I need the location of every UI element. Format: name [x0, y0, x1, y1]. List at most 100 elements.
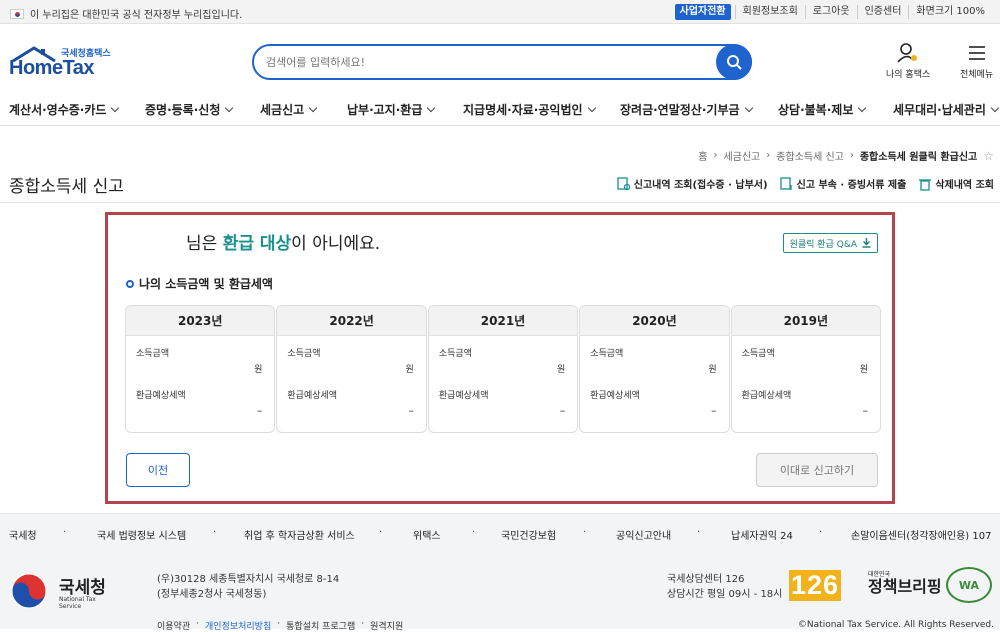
member-info-link[interactable]: 회원정보조회	[734, 5, 805, 19]
income-label: 소득금액	[136, 349, 170, 359]
star-icon[interactable]: ☆	[983, 149, 994, 163]
call-center-name: 국세상담센터 126	[667, 574, 745, 585]
user-bell-icon	[897, 43, 918, 63]
policy-briefing-badge[interactable]: 대한민국 정책브리핑	[868, 571, 942, 597]
separator-dot: ·	[819, 527, 823, 538]
income-section-label: 나의 소득금액 및 환급세액	[139, 277, 273, 291]
title-suffix: 이 아니에요.	[291, 234, 381, 254]
nav-label: 증명·등록·신청	[145, 103, 221, 117]
refund-value: –	[711, 404, 717, 417]
income-value: 원	[405, 365, 414, 375]
logout-link[interactable]: 로그아웃	[804, 5, 857, 19]
separator-dot: ·	[361, 619, 365, 629]
separator-dot: ·	[697, 527, 701, 538]
all-menu-button[interactable]: 전체메뉴	[960, 42, 993, 80]
footer-policy-links: 이용약관 · 개인정보처리방침 · 통합설치 프로그램 · 원격지원	[157, 619, 403, 632]
nav-item-consulting[interactable]: 상담·불복·제보	[778, 101, 867, 118]
refund-label: 환급예상세액	[438, 391, 489, 401]
cert-center-link[interactable]: 인증센터	[856, 5, 909, 19]
deleted-history-button[interactable]: 삭제내역 조회	[918, 176, 994, 191]
privacy-policy-link[interactable]: 개인정보처리방침	[205, 619, 271, 632]
nav-label: 상담·불복·제보	[778, 103, 854, 117]
refund-qa-download-button[interactable]: 원클릭 환급 Q&A	[782, 233, 878, 253]
page-title: 종합소득세 신고	[9, 177, 124, 197]
footer-link-student-loan[interactable]: 취업 후 학자금상환 서비스	[244, 527, 355, 542]
nts-english-name: National Tax Service	[59, 596, 96, 610]
footer-link-nts[interactable]: 국세청	[9, 527, 37, 542]
nav-label: 세금신고	[260, 103, 305, 117]
income-value: 원	[556, 365, 566, 375]
nav-label: 지급명세·자료·공익법인	[463, 103, 583, 117]
footer-link-taxpayer-rights[interactable]: 납세자권익 24	[731, 527, 793, 542]
footer-link-whistleblower[interactable]: 공익신고안내	[616, 527, 671, 542]
separator-dot: ·	[379, 527, 383, 538]
search-box	[252, 44, 752, 80]
search-button[interactable]	[716, 44, 752, 80]
remote-support-link[interactable]: 원격지원	[370, 619, 403, 632]
footer-link-relay-center[interactable]: 손말이음센터(청각장애인용) 107	[851, 527, 991, 542]
badge-126-text: 126	[789, 570, 842, 601]
income-label: 소득금액	[438, 349, 472, 359]
nav-item-tax-filing[interactable]: 세금신고	[260, 101, 318, 118]
logo-text: HomeTax	[9, 57, 95, 79]
business-switch-button[interactable]: 사업자전환	[674, 4, 731, 20]
briefing-label: 정책브리핑	[868, 577, 942, 596]
footer-link-wetax[interactable]: 위택스	[413, 527, 441, 542]
site-header: 국세청홈택스 HomeTax 나의 홈택스 전체메뉴	[0, 24, 1000, 94]
address: (우)30128 세종특별자치시 국세청로 8-14 (정부세종2청사 국세청동…	[157, 572, 339, 602]
chevron-down-icon	[111, 103, 120, 113]
footer-link-law-system[interactable]: 국세 법령정보 시스템	[97, 527, 186, 542]
terms-link[interactable]: 이용약관	[157, 619, 190, 632]
address-line: (우)30128 세종특별자치시 국세청로 8-14	[157, 574, 340, 585]
submit-documents-label: 신고 부속 · 증빙서류 제출	[796, 180, 907, 191]
year-header: 2021년	[428, 306, 578, 336]
nav-item-statements[interactable]: 지급명세·자료·공익법인	[463, 101, 596, 118]
web-accessibility-mark[interactable]: WA	[946, 567, 992, 603]
nav-item-incentives[interactable]: 장려금·연말정산·기부금	[620, 101, 753, 118]
nav-item-payment[interactable]: 납부·고지·환급	[347, 101, 436, 118]
breadcrumb-tax-filing[interactable]: 세금신고	[723, 148, 760, 163]
install-program-link[interactable]: 통합설치 프로그램	[286, 619, 355, 632]
refund-label: 환급예상세액	[590, 391, 640, 401]
gov-notice: 이 누리집은 대한민국 공식 전자정부 누리집입니다.	[30, 10, 243, 21]
breadcrumb-home[interactable]: 홈	[698, 148, 707, 163]
breadcrumb-income-tax[interactable]: 종합소득세 신고	[776, 148, 844, 163]
nav-item-certificates[interactable]: 증명·등록·신청	[145, 101, 234, 118]
chevron-down-icon	[858, 103, 867, 113]
nav-item-receipts[interactable]: 계산서·영수증·카드	[9, 101, 120, 118]
title-prefix: 님은	[186, 234, 223, 254]
call-126-badge[interactable]: 126	[788, 570, 842, 601]
prev-button[interactable]: 이전	[126, 453, 190, 487]
separator-dot: ·	[583, 527, 587, 538]
all-menu-label: 전체메뉴	[960, 70, 994, 80]
refund-result-panel: 님은 환급 대상이 아니에요. 원클릭 환급 Q&A 나의 소득금액 및 환급세…	[105, 212, 895, 504]
hometax-logo[interactable]: 국세청홈택스 HomeTax	[9, 42, 119, 82]
separator-dot: ·	[213, 527, 217, 538]
separator-dot: ·	[196, 619, 199, 629]
korea-flag-icon	[10, 8, 24, 19]
search-icon	[727, 55, 742, 70]
nav-label: 납부·고지·환급	[347, 103, 423, 117]
footer-link-health-insurance[interactable]: 국민건강보험	[501, 527, 556, 542]
taegeuk-emblem-icon	[11, 573, 47, 609]
year-card: 2020년 소득금액 원 환급예상세액 –	[579, 305, 730, 433]
my-hometax-button[interactable]: 나의 홈택스	[886, 42, 930, 80]
chevron-down-icon	[990, 103, 1000, 113]
separator-dot: ·	[277, 619, 281, 629]
call-center-hours: 상담시간 평일 09시 - 18시	[667, 589, 783, 600]
year-card: 2022년 소득금액 원 환급예상세액 –	[276, 305, 427, 433]
related-sites-bar: 국세청 · 국세 법령정보 시스템 · 취업 후 학자금상환 서비스 · 위택스…	[0, 513, 1000, 551]
submit-documents-button[interactable]: 신고 부속 · 증빙서류 제출	[779, 176, 907, 191]
result-title: 님은 환급 대상이 아니에요.	[186, 229, 380, 254]
gov-banner: 이 누리집은 대한민국 공식 전자정부 누리집입니다. 사업자전환 회원정보조회…	[0, 0, 1000, 24]
search-input[interactable]	[266, 53, 706, 71]
briefing-small-label: 대한민국	[868, 571, 891, 578]
proceed-filing-button[interactable]: 이대로 신고하기	[756, 453, 878, 487]
nav-item-tax-agent[interactable]: 세무대리·납세관리	[893, 101, 1000, 118]
chevron-down-icon	[427, 103, 436, 113]
filing-history-button[interactable]: 신고내역 조회(접수증 · 납부서)	[617, 176, 768, 191]
download-icon	[862, 238, 871, 248]
address-line: (정부세종2청사 국세청동)	[157, 589, 267, 600]
screen-size-control[interactable]: 화면크기 100%	[908, 5, 992, 19]
chevron-right-icon: ›	[849, 150, 854, 161]
